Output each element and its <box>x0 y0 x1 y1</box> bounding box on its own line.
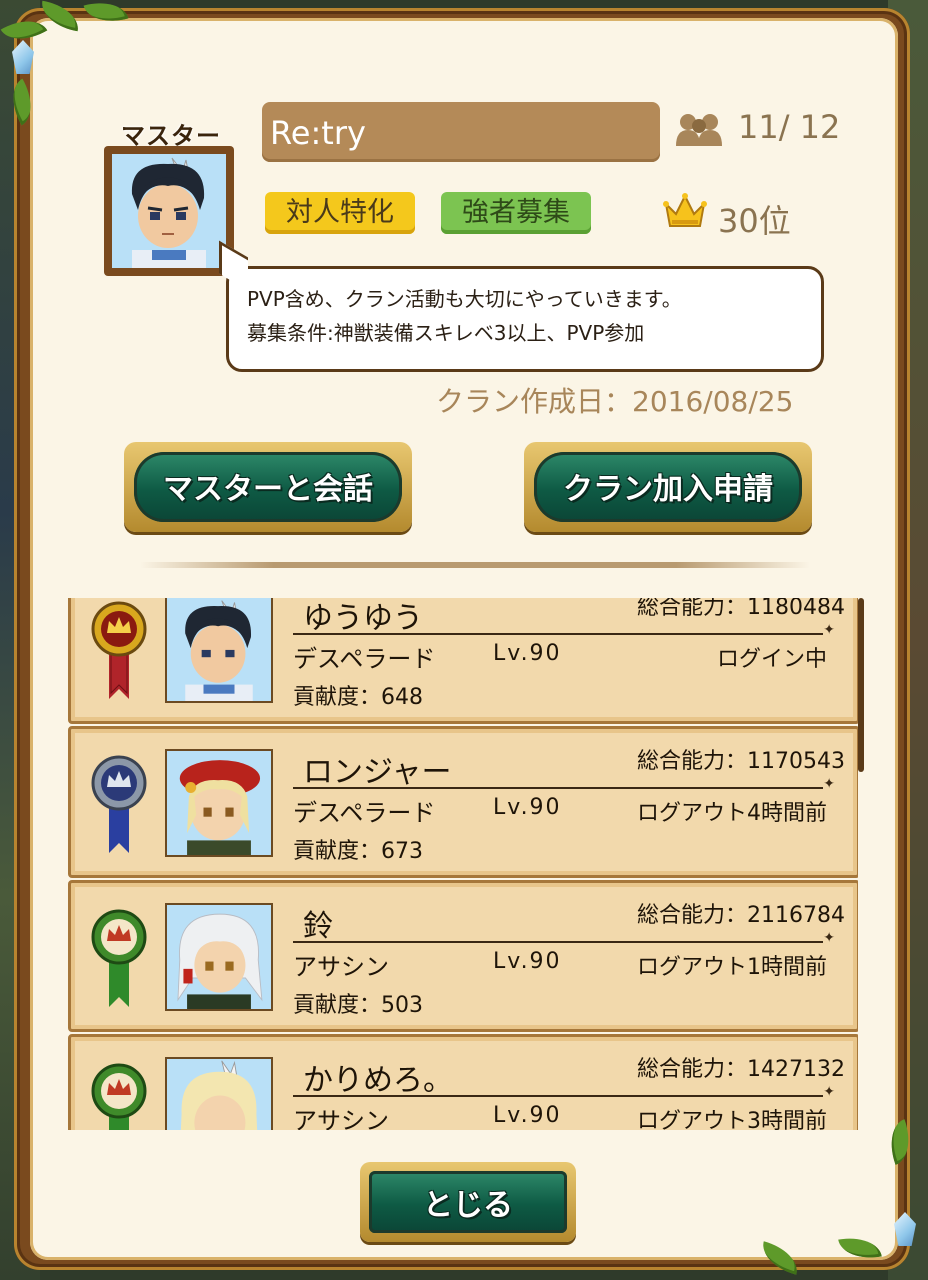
member-job: デスペラード <box>293 645 436 673</box>
member-level: Lv.90 <box>493 641 562 666</box>
name-underline <box>293 930 835 946</box>
member-status: ログアウト4時間前 <box>637 801 827 826</box>
member-contribution: 貢献度：503 <box>293 993 423 1018</box>
member-list[interactable]: ゆうゆう 総合能力：1180484 デスペラード Lv.90 ログイン中 貢献度… <box>68 598 858 1130</box>
talk-to-master-label: マスターと会話 <box>163 472 373 507</box>
master-avatar[interactable] <box>104 146 234 276</box>
clan-join-request-label: クラン加入申請 <box>563 472 773 507</box>
member-job: デスペラード <box>293 799 436 827</box>
talk-to-master-button[interactable]: マスターと会話 <box>124 442 412 532</box>
clan-description-bubble: PVP含め、クラン活動も大切にやっていきます。 募集条件:神獣装備スキレベ3以上… <box>226 266 824 372</box>
member-status: ログアウト3時間前 <box>637 1109 827 1130</box>
member-level: Lv.90 <box>493 949 562 974</box>
member-power: 総合能力：1427132 <box>637 1057 845 1082</box>
clan-name-field: Re:try <box>262 102 660 162</box>
member-card[interactable]: かりめろ。 総合能力：1427132 アサシン Lv.90 ログアウト3時間前 <box>68 1034 858 1130</box>
member-list-scrollbar[interactable] <box>858 598 864 772</box>
clan-description-line: PVP含め、クラン活動も大切にやっていきます。 <box>247 287 682 311</box>
member-contribution: 貢献度：673 <box>293 839 423 864</box>
member-name: かりめろ。 <box>303 1063 453 1098</box>
member-level: Lv.90 <box>493 795 562 820</box>
clan-created-date: クラン作成日：2016/08/25 <box>436 385 794 418</box>
member-card[interactable]: ゆうゆう 総合能力：1180484 デスペラード Lv.90 ログイン中 貢献度… <box>68 598 858 724</box>
medal-icon <box>91 909 147 1007</box>
clan-join-request-button[interactable]: クラン加入申請 <box>524 442 812 532</box>
member-card[interactable]: ロンジャー 総合能力：1170543 デスペラード Lv.90 ログアウト4時間… <box>68 726 858 878</box>
name-underline <box>293 776 835 792</box>
clan-rank: 30位 <box>718 202 791 240</box>
member-avatar <box>165 749 273 857</box>
name-underline <box>293 1084 835 1100</box>
clan-tag-recruit: 強者募集 <box>441 192 591 234</box>
medal-icon <box>91 601 147 699</box>
member-power: 総合能力：1170543 <box>637 749 845 774</box>
member-power: 総合能力：1180484 <box>637 598 845 620</box>
member-job: アサシン <box>293 953 389 981</box>
member-job: アサシン <box>293 1107 389 1130</box>
name-underline <box>293 622 835 638</box>
member-status: ログアウト1時間前 <box>637 955 827 980</box>
clan-recruit-conditions: 募集条件:神獣装備スキレベ3以上、PVP参加 <box>247 321 645 345</box>
medal-icon <box>91 755 147 853</box>
member-name: ロンジャー <box>303 755 452 790</box>
member-avatar <box>165 903 273 1011</box>
member-power: 総合能力：2116784 <box>637 903 845 928</box>
close-button[interactable]: とじる <box>360 1162 576 1242</box>
master-portrait <box>112 154 226 268</box>
crown-icon <box>662 192 708 232</box>
master-label: マスター <box>121 122 221 150</box>
section-divider <box>140 562 810 568</box>
clan-tag-pvp: 対人特化 <box>265 192 415 234</box>
member-avatar <box>165 1057 273 1130</box>
medal-icon <box>91 1063 147 1130</box>
member-card[interactable]: 鈴 総合能力：2116784 アサシン Lv.90 ログアウト1時間前 貢献度：… <box>68 880 858 1032</box>
member-level: Lv.90 <box>493 1103 562 1128</box>
members-icon <box>676 112 722 148</box>
member-name: 鈴 <box>303 909 333 944</box>
close-button-label: とじる <box>423 1188 513 1223</box>
member-avatar <box>165 598 273 703</box>
member-status: ログイン中 <box>716 647 827 672</box>
member-contribution: 貢献度：648 <box>293 685 423 710</box>
clan-name: Re:try <box>270 114 366 152</box>
member-name: ゆうゆう <box>303 601 423 636</box>
member-count: 11/ 12 <box>738 108 841 146</box>
